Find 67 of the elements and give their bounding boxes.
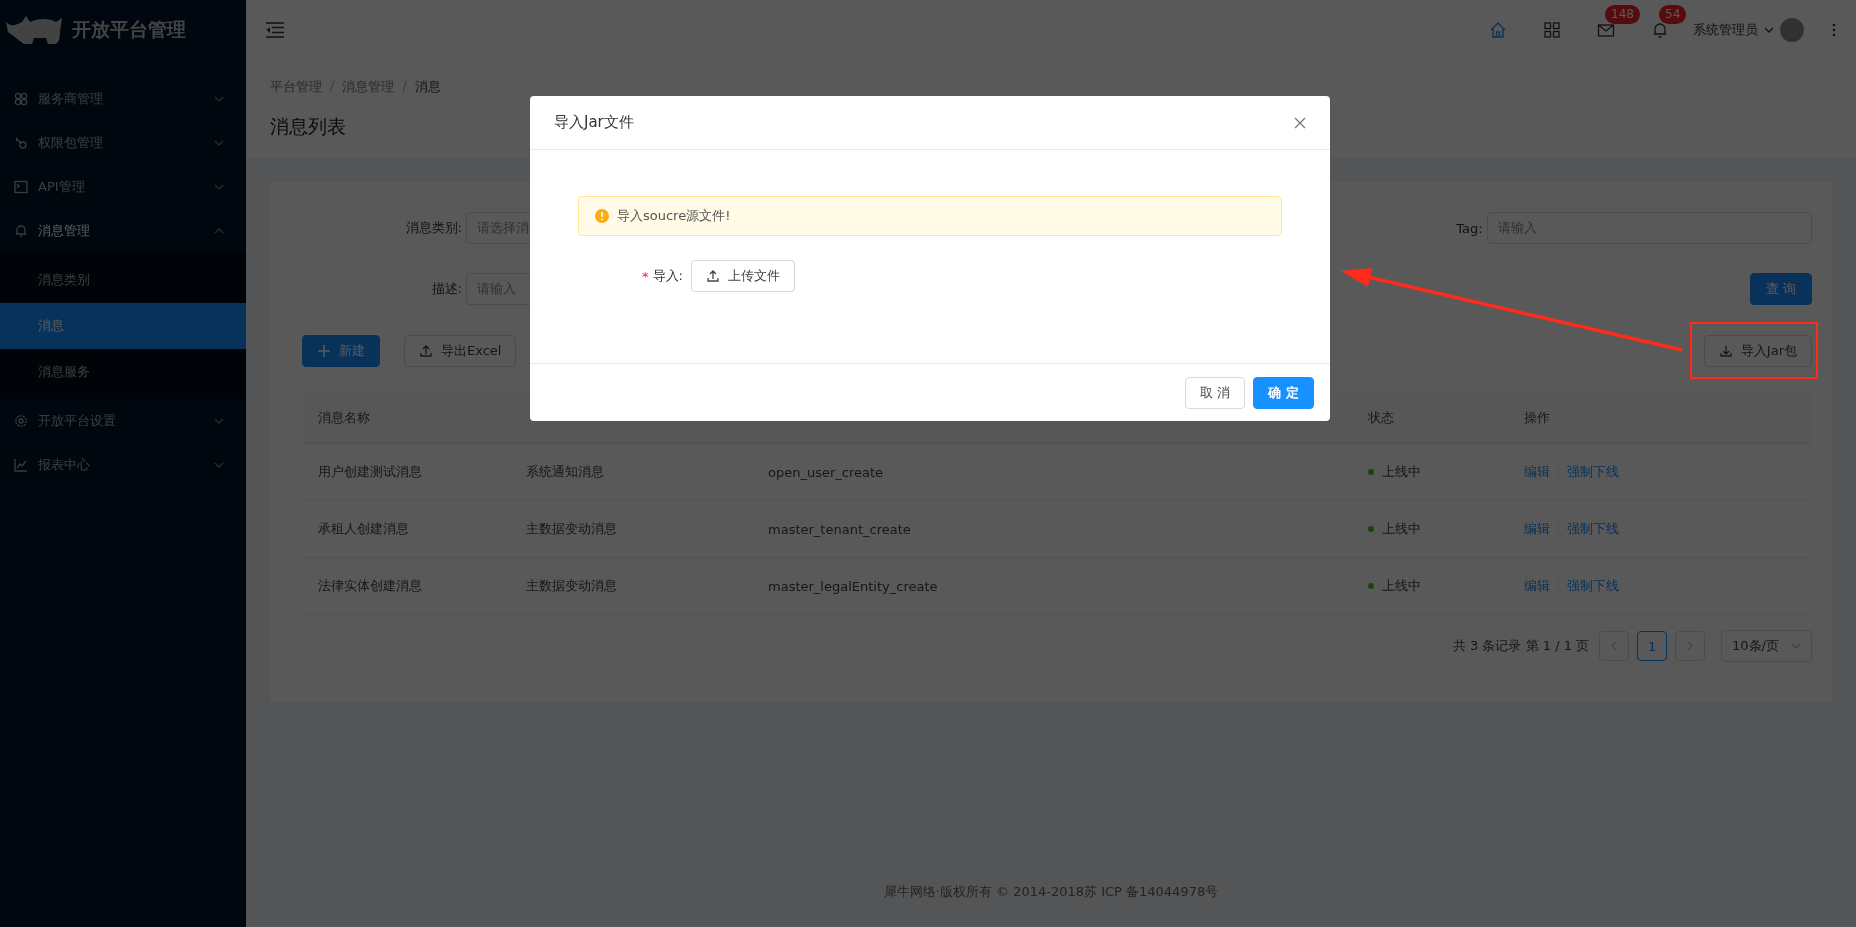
- ok-button[interactable]: 确 定: [1253, 376, 1314, 409]
- warning-icon: [595, 209, 609, 223]
- action-link[interactable]: 强制下线: [1567, 520, 1619, 538]
- column-header: 状态: [1367, 409, 1395, 427]
- action-link[interactable]: 编辑: [1524, 520, 1550, 538]
- status-text: 上线中: [1382, 463, 1421, 481]
- mail-icon[interactable]: [1597, 21, 1615, 39]
- action-link[interactable]: 强制下线: [1567, 463, 1619, 481]
- status-dot: [1368, 526, 1374, 532]
- more-icon[interactable]: [1832, 23, 1836, 37]
- field-label: 导入:: [652, 267, 683, 285]
- table-cell-text: 主数据变动消息: [525, 520, 618, 538]
- menu-fold-icon[interactable]: [266, 22, 284, 38]
- status-dot: [1368, 583, 1374, 589]
- column-header: 消息名称: [317, 409, 371, 427]
- breadcrumb-separator: /: [330, 78, 335, 95]
- action-link[interactable]: 编辑: [1524, 577, 1550, 595]
- table-cell-text: 法律实体创建消息: [317, 577, 423, 595]
- table-cell-text: master_tenant_create: [767, 521, 912, 537]
- user-name[interactable]: 系统管理员: [1693, 21, 1758, 39]
- action-link[interactable]: 强制下线: [1567, 577, 1619, 595]
- page-title: 消息列表: [270, 114, 346, 139]
- table-cell-text: 系统通知消息: [525, 463, 605, 481]
- required-mark: *: [642, 268, 649, 284]
- avatar[interactable]: [1780, 18, 1804, 42]
- table-cell-text: 用户创建测试消息: [317, 463, 423, 481]
- chevron-down-icon: [1791, 643, 1801, 649]
- status-dot: [1368, 469, 1374, 475]
- field-label: 描述:: [430, 280, 463, 298]
- upload-button[interactable]: 上传文件: [690, 260, 795, 292]
- pagination-summary: 共 3 条记录 第 1 / 1 页: [1452, 637, 1590, 655]
- rhino-logo-icon: [4, 14, 64, 46]
- breadcrumb-separator: /: [402, 78, 407, 95]
- export-button[interactable]: 导出Excel: [404, 335, 517, 367]
- chevron-down-icon[interactable]: [1764, 27, 1774, 33]
- upload-icon: [419, 344, 433, 358]
- home-icon[interactable]: [1489, 21, 1507, 39]
- search-button[interactable]: 查 询: [1750, 273, 1812, 305]
- action-link[interactable]: 编辑: [1524, 463, 1550, 481]
- modal-title: 导入Jar文件: [554, 113, 634, 132]
- column-header: 操作: [1523, 409, 1551, 427]
- upload-icon: [705, 269, 720, 283]
- status-text: 上线中: [1382, 520, 1421, 538]
- app-title: 开放平台管理: [72, 17, 186, 42]
- table-cell-text: master_legalEntity_create: [767, 578, 939, 594]
- grid-icon[interactable]: [1543, 21, 1561, 39]
- new-button[interactable]: 新建: [302, 335, 380, 367]
- status-text: 上线中: [1382, 577, 1421, 595]
- table-cell-text: 主数据变动消息: [525, 577, 618, 595]
- breadcrumb-link[interactable]: 消息: [414, 78, 441, 96]
- download-icon: [1718, 344, 1733, 358]
- cancel-button[interactable]: 取 消: [1185, 376, 1246, 409]
- count-badge: 54: [1659, 5, 1687, 24]
- plus-icon: [317, 344, 331, 358]
- import-button[interactable]: 导入Jar包: [1703, 335, 1812, 367]
- table-cell-text: 承租人创建消息: [317, 520, 410, 538]
- field-label: 消息类别:: [404, 219, 463, 237]
- table-cell-text: open_user_create: [767, 464, 885, 480]
- alert-text: 导入soucre源文件!: [617, 207, 731, 225]
- submenu-item[interactable]: 消息: [0, 303, 246, 349]
- bell-icon[interactable]: [1651, 21, 1669, 39]
- count-badge: 148: [1605, 5, 1640, 24]
- field-label: Tag:: [1455, 220, 1484, 236]
- menu-item[interactable]: 消息管理: [0, 209, 246, 253]
- page-button[interactable]: 1: [1637, 631, 1668, 661]
- page-size-select[interactable]: 10条/页: [1721, 630, 1812, 662]
- close-icon[interactable]: [1294, 116, 1306, 129]
